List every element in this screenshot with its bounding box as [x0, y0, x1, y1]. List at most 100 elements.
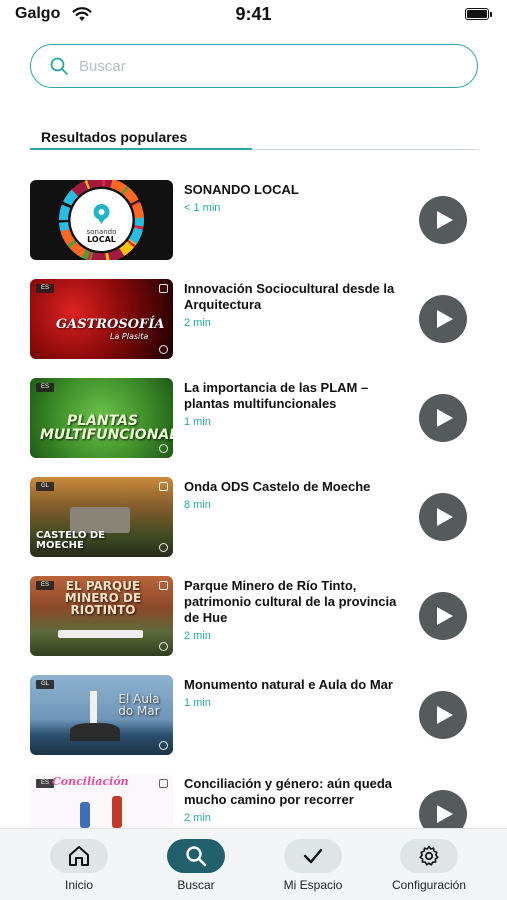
thumbnail-image[interactable]: ES EL PARQUE MINERO DE RIOTINTO	[30, 576, 173, 656]
tab-label: Configuración	[391, 878, 467, 892]
play-icon	[437, 310, 453, 328]
rock-illustration	[70, 723, 120, 741]
item-title: Innovación Sociocultural desde la Arquit…	[184, 281, 395, 312]
search-bar[interactable]	[30, 44, 478, 88]
search-icon	[186, 846, 207, 867]
results-list[interactable]: sonando LOCAL SONANDO LOCAL < 1 min ES G…	[0, 180, 507, 828]
camera-icon	[159, 779, 168, 788]
status-bar: Galgo 9:41	[0, 0, 507, 30]
play-button[interactable]	[419, 691, 467, 739]
camera-icon	[159, 581, 168, 590]
language-badge: GL	[36, 680, 54, 689]
play-button[interactable]	[419, 790, 467, 828]
play-icon	[437, 211, 453, 229]
battery-icon	[465, 8, 492, 20]
tab-mi-espacio[interactable]: Mi Espacio	[258, 839, 368, 892]
thumbnail-caption: GASTROSOFÍA	[56, 317, 165, 332]
tab-label: Inicio	[64, 878, 93, 892]
play-icon	[437, 805, 453, 823]
item-info[interactable]: La importancia de las PLAM – plantas mul…	[184, 380, 406, 430]
tab-label: Buscar	[177, 878, 215, 892]
person-illustration	[112, 796, 122, 828]
item-duration: 2 min	[184, 812, 211, 824]
tab-bar: Inicio Buscar Mi Espacio Configuración	[0, 828, 507, 900]
item-title: Onda ODS Castelo de Moeche	[184, 479, 371, 494]
list-item[interactable]: GL El Aula do Mar Monumento natural e Au…	[30, 675, 478, 755]
item-info[interactable]: SONANDO LOCAL < 1 min	[184, 182, 406, 216]
item-title: La importancia de las PLAM – plantas mul…	[184, 380, 369, 411]
list-item[interactable]: ES EL PARQUE MINERO DE RIOTINTO Parque M…	[30, 576, 478, 656]
item-info[interactable]: Monumento natural e Aula do Mar 1 min	[184, 677, 406, 711]
list-item[interactable]: ES Conciliación Conciliación y género: a…	[30, 774, 478, 828]
thumbnail-caption: CASTELO DE MOECHE	[36, 530, 106, 551]
info-icon	[159, 741, 168, 750]
item-title: Monumento natural e Aula do Mar	[184, 677, 393, 692]
play-icon	[437, 706, 453, 724]
check-icon	[303, 848, 323, 864]
list-item[interactable]: GL CASTELO DE MOECHE Onda ODS Castelo de…	[30, 477, 478, 557]
info-icon	[159, 642, 168, 651]
thumbnail-image[interactable]: GL El Aula do Mar	[30, 675, 173, 755]
thumbnail-image[interactable]: ES GASTROSOFÍA La Plasita	[30, 279, 173, 359]
gear-icon	[419, 845, 439, 866]
item-info[interactable]: Onda ODS Castelo de Moeche 8 min	[184, 479, 406, 513]
list-item[interactable]: ES PLANTAS MULTIFUNCIONALES La importanc…	[30, 378, 478, 458]
item-duration: 2 min	[184, 317, 211, 329]
sonando-local-logo-icon: sonando LOCAL	[59, 180, 144, 260]
tab-inicio[interactable]: Inicio	[24, 839, 134, 892]
item-info[interactable]: Conciliación y género: aún queda mucho c…	[184, 776, 406, 826]
thumbnail-image[interactable]: ES PLANTAS MULTIFUNCIONALES	[30, 378, 173, 458]
thumbnail-image[interactable]: sonando LOCAL	[30, 180, 173, 260]
svg-text:LOCAL: LOCAL	[87, 235, 116, 244]
thumbnail-caption: El Aula do Mar	[118, 692, 160, 718]
search-input[interactable]	[79, 57, 439, 75]
item-duration: 1 min	[184, 416, 211, 428]
train-illustration	[58, 630, 143, 638]
tab-pill[interactable]	[167, 839, 225, 873]
tab-label: Mi Espacio	[283, 878, 343, 892]
section-tab-indicator	[30, 148, 252, 150]
list-item[interactable]: ES GASTROSOFÍA La Plasita Innovación Soc…	[30, 279, 478, 359]
info-icon	[159, 345, 168, 354]
play-button[interactable]	[419, 592, 467, 640]
thumbnail-image[interactable]: ES Conciliación	[30, 774, 173, 828]
camera-icon	[159, 284, 168, 293]
thumbnail-image[interactable]: GL CASTELO DE MOECHE	[30, 477, 173, 557]
item-title: Conciliación y género: aún queda mucho c…	[184, 776, 393, 807]
clock: 9:41	[235, 4, 272, 24]
item-duration: < 1 min	[184, 202, 221, 214]
play-button[interactable]	[419, 196, 467, 244]
thumbnail-subcaption: La Plasita	[110, 332, 149, 341]
item-title: Parque Minero de Río Tinto, patrimonio c…	[184, 578, 397, 625]
item-duration: 8 min	[184, 499, 211, 511]
play-button[interactable]	[419, 295, 467, 343]
item-title: SONANDO LOCAL	[184, 182, 299, 197]
person-illustration	[80, 802, 90, 828]
camera-icon	[159, 482, 168, 491]
tab-pill[interactable]	[284, 839, 342, 873]
info-icon	[159, 444, 168, 453]
item-info[interactable]: Parque Minero de Río Tinto, patrimonio c…	[184, 578, 406, 644]
language-badge: GL	[36, 482, 54, 491]
play-icon	[437, 409, 453, 427]
item-duration: 2 min	[184, 630, 211, 642]
play-button[interactable]	[419, 493, 467, 541]
language-badge: ES	[36, 284, 54, 293]
item-info[interactable]: Innovación Sociocultural desde la Arquit…	[184, 281, 406, 331]
tab-configuracion[interactable]: Configuración	[374, 839, 484, 892]
list-item[interactable]: sonando LOCAL SONANDO LOCAL < 1 min	[30, 180, 478, 260]
tab-buscar[interactable]: Buscar	[141, 839, 251, 892]
language-badge: ES	[36, 383, 54, 392]
play-icon	[437, 508, 453, 526]
tab-pill[interactable]	[50, 839, 108, 873]
thumbnail-caption: Conciliación	[52, 775, 129, 788]
thumbnail-caption: PLANTAS MULTIFUNCIONALES	[40, 413, 173, 443]
play-icon	[437, 607, 453, 625]
search-icon	[50, 57, 68, 75]
thumbnail-caption: EL PARQUE MINERO DE RIOTINTO	[64, 579, 142, 617]
tab-pill[interactable]	[400, 839, 458, 873]
section-title: Resultados populares	[41, 129, 188, 145]
item-duration: 1 min	[184, 697, 211, 709]
play-button[interactable]	[419, 394, 467, 442]
info-icon	[159, 543, 168, 552]
